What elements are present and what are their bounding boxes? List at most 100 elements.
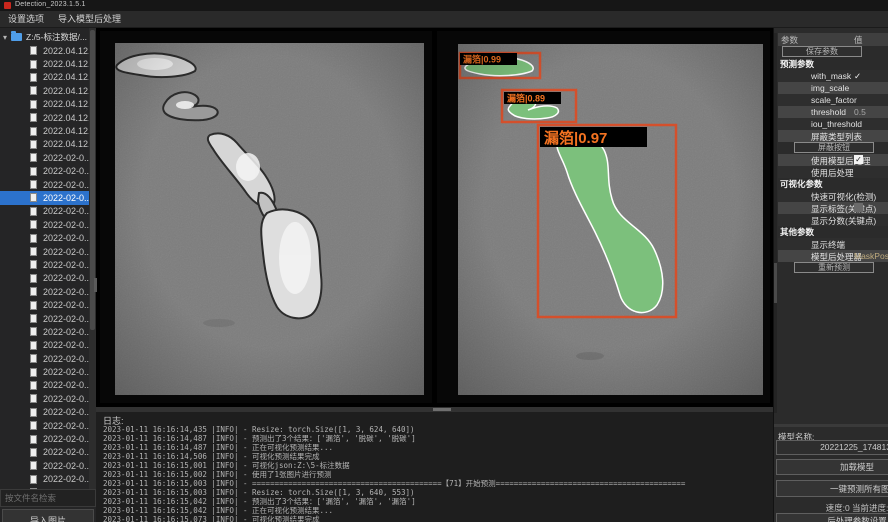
prediction-image[interactable]: 漏箔|0.99 漏箔|0.89 漏箔|0.97	[458, 44, 763, 395]
tree-file-row[interactable]: 2022-02-0...	[0, 419, 96, 432]
params-scrollbar-thumb[interactable]	[774, 263, 777, 303]
param-row[interactable]: scale_factor	[778, 94, 888, 106]
tree-file-row[interactable]: 2022-02-0...	[0, 406, 96, 419]
file-icon	[30, 113, 37, 122]
file-icon	[30, 60, 37, 69]
param-section-header: 其他参数	[778, 226, 888, 238]
tree-file-row[interactable]: 2022.04.12...	[0, 138, 96, 151]
tree-file-row[interactable]: 2022-02-0...	[0, 365, 96, 378]
tree-file-row[interactable]: 2022-02-0...	[0, 218, 96, 231]
horizontal-splitter-handle[interactable]	[433, 408, 451, 411]
log-line: 2023-01-11 16:16:14,435 |INFO| - Resize:…	[103, 425, 768, 434]
param-row[interactable]: img_scale	[778, 82, 888, 94]
original-image[interactable]	[115, 43, 424, 395]
tree-file-row[interactable]: 2022-02-0...	[0, 191, 96, 204]
app-window: Detection_2023.1.5.1 设置选项 导入模型后处理 ▾ Z:/5…	[0, 0, 888, 522]
tree-file-row[interactable]: 2022-02-0...	[0, 459, 96, 472]
param-row[interactable]: iou_threshold	[778, 118, 888, 130]
param-row[interactable]: 显示标签(关键点)	[778, 202, 888, 214]
param-label: scale_factor	[811, 95, 857, 105]
file-name: 2022-02-0...	[43, 340, 92, 350]
menu-item-settings[interactable]: 设置选项	[8, 11, 44, 28]
param-row[interactable]: with_mask✓	[778, 70, 888, 82]
param-row[interactable]: 屏蔽类型列表	[778, 130, 888, 142]
file-name: 2022-02-0...	[43, 434, 92, 444]
tree-file-row[interactable]: 2022-02-0...	[0, 205, 96, 218]
tree-file-row[interactable]: 2022-02-0...	[0, 312, 96, 325]
file-name: 2022-02-0...	[43, 193, 92, 203]
file-icon	[30, 260, 37, 269]
tree-file-row[interactable]: 2022-02-0...	[0, 352, 96, 365]
vertical-splitter-handle[interactable]	[94, 278, 97, 292]
checkbox-checked[interactable]: ✓	[854, 155, 863, 164]
tree-file-row[interactable]: 2022-02-0...	[0, 231, 96, 244]
file-name: 2022.04.12...	[43, 113, 96, 123]
original-image-panel[interactable]	[100, 31, 432, 403]
tree-file-row[interactable]: 2022-02-0...	[0, 446, 96, 459]
file-name: 2022-02-0...	[43, 394, 92, 404]
file-icon	[30, 354, 37, 363]
tree-file-row[interactable]: 2022-02-0...	[0, 151, 96, 164]
postprocess-settings-button[interactable]: 后处理参数设置	[776, 513, 888, 522]
log-line: 2023-01-11 16:16:15,073 |INFO| - 可视化预测结果…	[103, 515, 768, 522]
tree-root-row[interactable]: ▾ Z:/5-标注数据/...	[0, 30, 96, 44]
file-icon	[30, 247, 37, 256]
predict-all-button[interactable]: 一键预测所有图片	[776, 480, 888, 497]
tree-file-row[interactable]: 2022-02-0...	[0, 392, 96, 405]
file-icon	[30, 193, 37, 202]
param-row[interactable]: 使用后处理	[778, 166, 888, 178]
tree-file-row[interactable]: 2022.04.12...	[0, 44, 96, 57]
import-images-button[interactable]: 导入图片	[2, 509, 94, 522]
param-button[interactable]: 保存参数	[782, 46, 862, 57]
tree-scrollbar[interactable]	[89, 28, 96, 489]
tree-file-row[interactable]: 2022-02-0...	[0, 165, 96, 178]
tree-file-row[interactable]: 2022.04.12...	[0, 98, 96, 111]
tree-file-row[interactable]: 2022.04.12...	[0, 124, 96, 137]
file-icon	[30, 180, 37, 189]
menu-item-import-postprocess[interactable]: 导入模型后处理	[58, 11, 121, 28]
tree-file-row[interactable]: 2022-02-0...	[0, 272, 96, 285]
checkbox-unchecked[interactable]	[854, 203, 863, 212]
param-row[interactable]: 使用模型后处理✓	[778, 154, 888, 166]
folder-icon	[11, 33, 22, 41]
param-button[interactable]: 屏蔽按钮	[794, 142, 874, 153]
tree-file-row[interactable]: 2022-02-0...	[0, 379, 96, 392]
tree-file-row[interactable]: 2022.04.12...	[0, 71, 96, 84]
tree-file-row[interactable]: 2022.04.12...	[0, 84, 96, 97]
model-name-field[interactable]: 20221225_174813	[776, 440, 888, 455]
search-input[interactable]	[0, 489, 96, 507]
param-row[interactable]: 模型后处理器MaskPostPro	[778, 250, 888, 262]
tree-file-row[interactable]: 2022-02-0...	[0, 432, 96, 445]
file-tree-panel: ▾ Z:/5-标注数据/... 2022.04.12...2022.04.12.…	[0, 28, 96, 522]
param-row[interactable]: threshold0.5	[778, 106, 888, 118]
log-lines: 2023-01-11 16:16:14,435 |INFO| - Resize:…	[103, 425, 768, 522]
file-icon	[30, 448, 37, 457]
file-icon	[30, 368, 37, 377]
param-button[interactable]: 重新预测	[794, 262, 874, 273]
tree-file-row[interactable]: 2022-02-0...	[0, 298, 96, 311]
file-name: 2022-02-0...	[43, 220, 92, 230]
load-model-button[interactable]: 加载模型	[776, 459, 888, 475]
tree-file-row[interactable]: 2022-02-0...	[0, 258, 96, 271]
file-icon	[30, 46, 37, 55]
chevron-down-icon[interactable]: ▾	[3, 33, 7, 42]
param-row[interactable]: 显示分数(关键点)	[778, 214, 888, 226]
file-icon	[30, 86, 37, 95]
param-label: img_scale	[811, 83, 849, 93]
log-line: 2023-01-11 16:16:15,003 |INFO| - =======…	[103, 479, 768, 488]
tree-file-row[interactable]: 2022-02-0...	[0, 339, 96, 352]
file-name: 2022-02-0...	[43, 461, 92, 471]
tree-file-row[interactable]: 2022-02-0...	[0, 285, 96, 298]
tree-file-row[interactable]: 2022-02-0...	[0, 245, 96, 258]
params-scrollbar[interactable]	[774, 33, 777, 413]
tree-file-row[interactable]: 2022.04.12...	[0, 111, 96, 124]
prediction-image-panel[interactable]: 漏箔|0.99 漏箔|0.89 漏箔|0.97	[437, 31, 770, 403]
tree-file-row[interactable]: 2022-02-0...	[0, 473, 96, 486]
tree-file-row[interactable]: 2022-02-0...	[0, 325, 96, 338]
tree-file-row[interactable]: 2022-02-0...	[0, 178, 96, 191]
menu-bar: 设置选项 导入模型后处理	[0, 11, 888, 28]
file-name: 2022.04.12...	[43, 59, 96, 69]
param-row[interactable]: 显示终端	[778, 238, 888, 250]
param-row[interactable]: 快速可视化(检测)	[778, 190, 888, 202]
tree-file-row[interactable]: 2022.04.12...	[0, 57, 96, 70]
